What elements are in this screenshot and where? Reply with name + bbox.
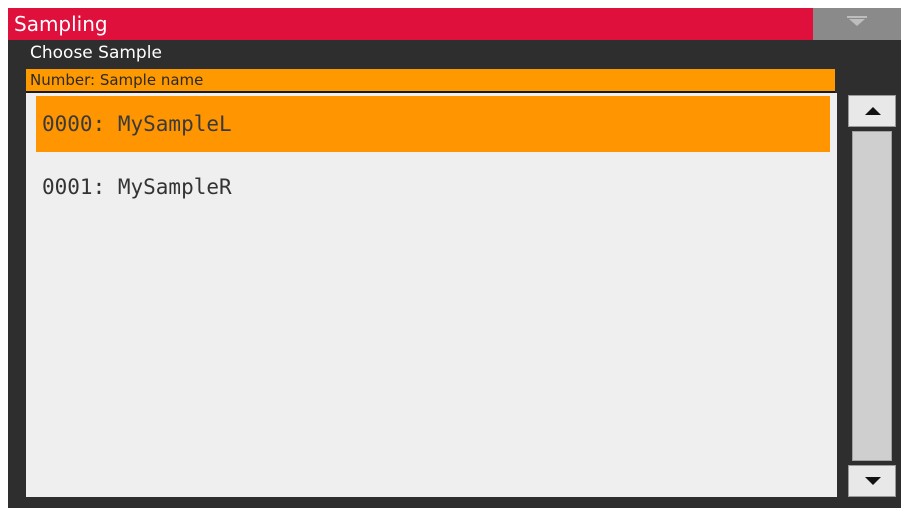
scrollbar-track[interactable]	[848, 129, 896, 463]
column-header-label: Number: Sample name	[30, 71, 204, 89]
page-menu-button[interactable]	[813, 8, 901, 40]
list-column-header: Number: Sample name	[26, 69, 835, 93]
sample-label: 0001: MySampleR	[42, 175, 232, 199]
scrollbar-thumb[interactable]	[852, 131, 892, 461]
sample-list-item-selected[interactable]: 0000: MySampleL	[36, 96, 830, 152]
chevron-down-icon	[849, 19, 865, 26]
scroll-up-button[interactable]	[848, 95, 896, 127]
window-title: Sampling	[14, 12, 108, 36]
sample-label: 0000: MySampleL	[42, 112, 232, 136]
title-bar: Sampling	[8, 8, 901, 40]
menu-bar-icon	[847, 16, 867, 18]
arrow-up-icon	[865, 107, 881, 115]
vertical-scrollbar	[848, 93, 896, 497]
panel-subtitle: Choose Sample	[30, 43, 162, 63]
sampling-window: Sampling Choose Sample Number: Sample na…	[8, 8, 901, 508]
arrow-down-icon	[865, 477, 881, 485]
scroll-down-button[interactable]	[848, 465, 896, 497]
sample-list-item[interactable]: 0001: MySampleR	[36, 159, 830, 215]
sample-list: 0000: MySampleL 0001: MySampleR	[26, 93, 837, 497]
